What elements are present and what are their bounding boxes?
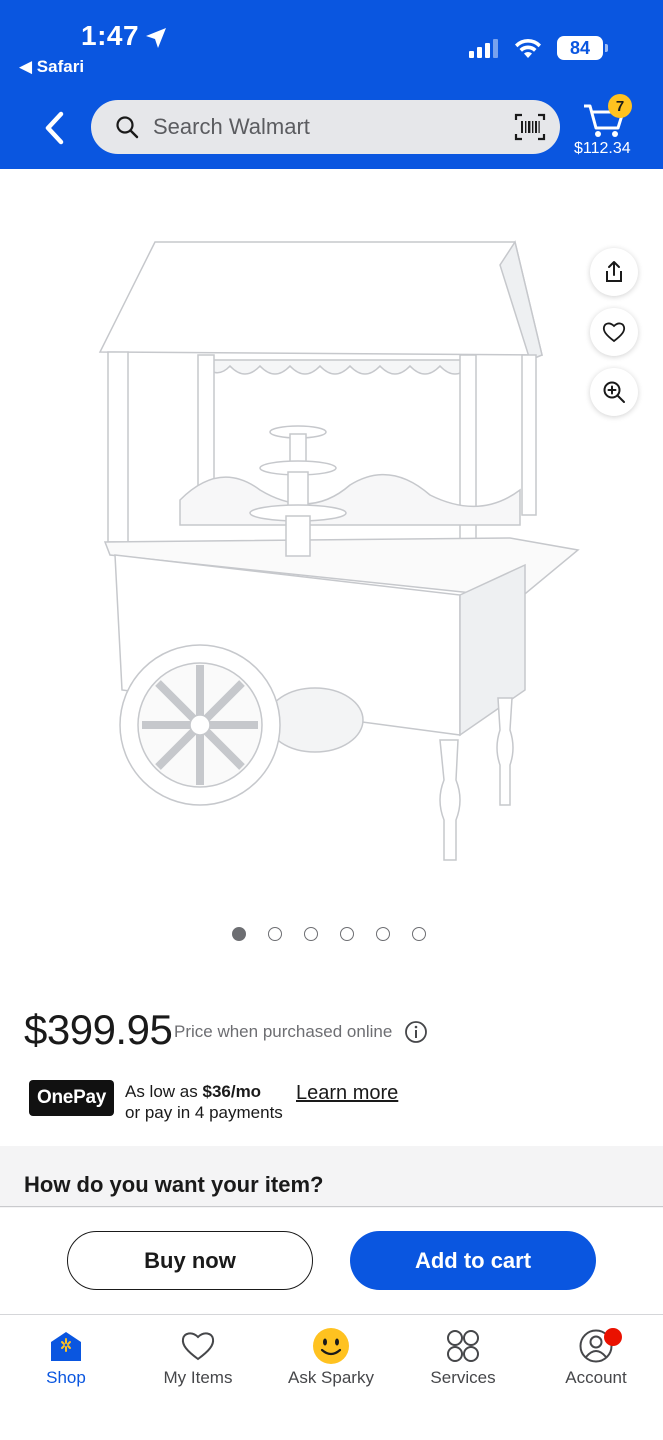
tab-label: Shop xyxy=(46,1368,86,1387)
carousel-dot[interactable] xyxy=(412,927,426,941)
share-icon xyxy=(606,261,622,282)
home-icon xyxy=(51,1332,81,1361)
info-icon[interactable] xyxy=(404,1020,428,1044)
divider xyxy=(0,1206,663,1207)
installment-line: As low as $36/mo xyxy=(125,1082,261,1102)
installment-prefix: As low as xyxy=(125,1082,203,1101)
app-header: 1:47 ◀ Safari 84 Search Walmart 7 $112.3… xyxy=(0,0,663,169)
tab-account[interactable]: Account xyxy=(530,1326,662,1396)
carousel-dot[interactable] xyxy=(304,927,318,941)
tab-ask-sparky[interactable]: Ask Sparky xyxy=(265,1326,397,1396)
fulfillment-title: How do you want your item? xyxy=(24,1172,324,1197)
tab-shop[interactable]: Shop xyxy=(0,1326,132,1396)
zoom-button[interactable] xyxy=(590,368,638,416)
add-to-cart-button[interactable]: Add to cart xyxy=(350,1231,596,1290)
tab-label: Ask Sparky xyxy=(288,1368,374,1387)
battery-indicator: 84 xyxy=(557,36,608,60)
back-to-safari-link[interactable]: ◀ Safari xyxy=(19,57,84,77)
search-icon xyxy=(116,116,139,139)
cellular-signal-icon xyxy=(469,39,498,58)
heart-icon xyxy=(181,1332,215,1361)
cart-total: $112.34 xyxy=(574,140,631,157)
carousel-dot[interactable] xyxy=(268,927,282,941)
cart-count-badge: 7 xyxy=(608,94,632,118)
status-time: 1:47 xyxy=(81,20,140,51)
carousel-dot[interactable] xyxy=(376,927,390,941)
favorite-button[interactable] xyxy=(590,308,638,356)
product-price: $399.95 xyxy=(24,1006,173,1053)
price-note: Price when purchased online xyxy=(174,1022,393,1041)
installment-amount: $36/mo xyxy=(202,1082,262,1101)
search-input[interactable]: Search Walmart xyxy=(91,100,560,154)
tab-services[interactable]: Services xyxy=(397,1326,529,1396)
tab-label: My Items xyxy=(163,1368,233,1387)
buy-now-button[interactable]: Buy now xyxy=(67,1231,313,1290)
carousel-dot[interactable] xyxy=(340,927,354,941)
sparky-icon xyxy=(313,1328,349,1364)
tab-label: Account xyxy=(565,1368,627,1387)
installment-alt: or pay in 4 payments xyxy=(125,1103,283,1122)
learn-more-link[interactable]: Learn more xyxy=(296,1082,398,1105)
carousel-dot[interactable] xyxy=(232,927,246,941)
status-icons: 84 xyxy=(469,36,608,60)
barcode-scan-icon[interactable] xyxy=(514,112,546,142)
heart-icon xyxy=(602,322,626,343)
location-arrow-icon xyxy=(146,28,166,48)
account-notification-dot xyxy=(604,1328,622,1346)
share-button[interactable] xyxy=(590,248,638,296)
tab-my-items[interactable]: My Items xyxy=(132,1326,264,1396)
image-carousel-dots[interactable] xyxy=(232,927,426,941)
back-button[interactable] xyxy=(36,106,72,150)
zoom-in-icon xyxy=(603,381,625,403)
tab-label: Services xyxy=(430,1368,496,1387)
divider xyxy=(0,1314,663,1315)
onepay-logo: OnePay xyxy=(29,1080,114,1116)
services-icon xyxy=(447,1330,479,1362)
search-placeholder: Search Walmart xyxy=(153,114,310,139)
chevron-left-icon xyxy=(45,111,64,145)
wifi-icon xyxy=(515,38,541,58)
product-image[interactable] xyxy=(60,220,600,890)
